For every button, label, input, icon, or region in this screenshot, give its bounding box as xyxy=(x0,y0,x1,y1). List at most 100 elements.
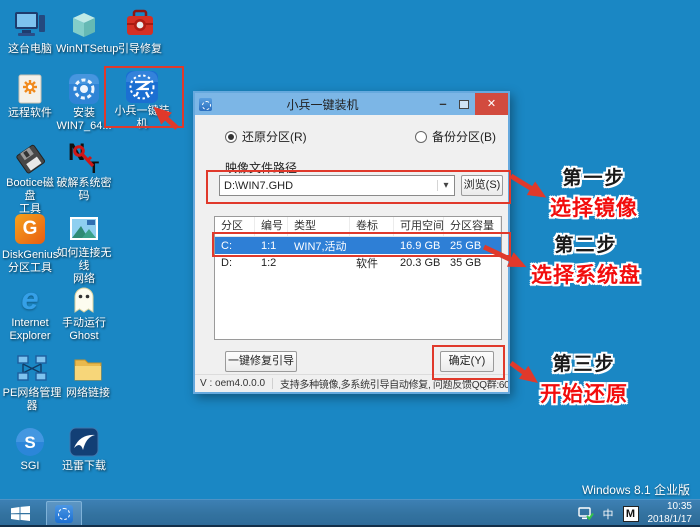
table-row-c[interactable]: C: 1:1 WIN7,活动 16.9 GB 25 GB xyxy=(215,237,501,254)
radio-unselected-icon xyxy=(415,130,427,143)
desktop-icon-bootice[interactable]: Bootice磁盘 工具 xyxy=(2,142,58,216)
icon-label: WinNTSetup xyxy=(56,43,119,55)
desktop-icon-crack-password[interactable]: NT 破解系统密码 xyxy=(56,139,112,203)
restore-partition-radio[interactable]: 还原分区(R) xyxy=(225,128,307,145)
desktop-icon-this-pc[interactable]: 这台电脑 xyxy=(2,8,58,56)
os-version-label: Windows 8.1 企业版 xyxy=(581,483,690,497)
step-action: 开始还原 xyxy=(540,383,628,406)
backup-partition-radio[interactable]: 备份分区(B) xyxy=(415,128,496,145)
desktop-icon-install-win7[interactable]: 安装 WIN7_64... xyxy=(56,72,112,133)
icon-label: SGI xyxy=(20,460,40,472)
repair-boot-button[interactable]: 一键修复引导 xyxy=(225,351,297,372)
table-cell: 20.3 GB xyxy=(400,256,441,269)
status-text: 支持多种镜像,多系统引导自动修复, 问题反馈QQ群:606616468 xyxy=(280,380,508,391)
close-icon[interactable]: ✕ xyxy=(475,93,508,115)
toolbox-icon xyxy=(123,8,157,42)
desktop-icon-thunder[interactable]: 迅雷下载 xyxy=(56,425,112,473)
ok-button[interactable]: 确定(Y) xyxy=(440,351,494,372)
image-path-label: 映像文件路径 xyxy=(225,161,298,175)
desktop-icon-diskgenius[interactable]: G DiskGenius 分区工具 xyxy=(2,212,58,275)
table-cell: D: xyxy=(221,256,232,269)
photo-icon xyxy=(67,212,101,246)
annotation-step-3: 第三步 开始还原 xyxy=(528,349,640,408)
desktop-icon-winntsetup[interactable]: WinNTSetup xyxy=(56,8,119,56)
icon-label: 迅雷下载 xyxy=(62,460,106,472)
ime-language-indicator[interactable]: 中 xyxy=(603,506,614,522)
browse-button[interactable]: 浏览(S) xyxy=(461,175,503,196)
desktop-icon-boot-repair[interactable]: 引导修复 xyxy=(112,8,168,56)
table-header-cell: 可用空间 xyxy=(394,217,444,236)
ie-icon: e xyxy=(21,281,39,316)
icon-label: 远程软件 xyxy=(8,107,52,119)
document-star-icon xyxy=(13,72,47,106)
ghost-icon xyxy=(67,282,101,316)
chevron-down-icon[interactable]: ▾ xyxy=(437,180,454,191)
desktop-icon-remote-software[interactable]: 远程软件 xyxy=(2,72,58,120)
table-cell: 25 GB xyxy=(450,239,482,252)
computer-icon xyxy=(13,8,47,42)
icon-label: 破解系统密码 xyxy=(56,177,112,202)
maximize-icon[interactable] xyxy=(457,97,471,111)
dialog-client: 还原分区(R) 备份分区(B) 映像文件路径 D:\WIN7.GHD ▾ 浏览(… xyxy=(195,115,508,392)
radio-selected-icon xyxy=(225,130,237,143)
icon-label: 小兵一键装机 xyxy=(114,105,170,130)
network-status-icon[interactable] xyxy=(577,506,594,521)
table-header-cell: 编号 xyxy=(255,217,288,236)
windows-logo-icon xyxy=(10,506,30,521)
desktop-icon-ghost[interactable]: 手动运行 Ghost xyxy=(56,282,112,343)
step-action: 选择系统盘 xyxy=(531,264,641,287)
taskbar: 中 M 10:35 2018/1/17 xyxy=(0,499,700,527)
nt-key-icon: NT xyxy=(68,139,99,177)
annotation-step-2: 第二步 选择系统盘 xyxy=(524,230,648,289)
step-number: 第三步 xyxy=(552,354,616,375)
network-diagram-icon xyxy=(15,352,49,386)
system-tray: 中 M 10:35 2018/1/17 xyxy=(577,501,700,526)
icon-label: 这台电脑 xyxy=(8,43,52,55)
clock-time: 10:35 xyxy=(666,501,692,512)
dialog-app-icon xyxy=(199,97,212,111)
table-cell: 1:1 xyxy=(261,239,277,252)
version-text: V : oem4.0.0.0 xyxy=(195,378,273,389)
radio-label: 还原分区(R) xyxy=(242,130,307,144)
desktop-icon-wireless-help[interactable]: 如何连接无线 网络 xyxy=(56,212,112,286)
icon-label: PE网络管理器 xyxy=(2,387,62,412)
radio-label: 备份分区(B) xyxy=(432,130,496,144)
minimize-icon[interactable]: – xyxy=(433,94,453,114)
desktop-icon-internet-explorer[interactable]: e Internet Explorer xyxy=(2,282,58,343)
installer-dialog: 小兵一键装机 – ✕ 还原分区(R) 备份分区(B) 映像文件路径 D:\WIN… xyxy=(193,91,510,394)
icon-label: Internet Explorer xyxy=(9,317,51,342)
icon-label: 如何连接无线 网络 xyxy=(56,247,112,285)
sgi-circle-icon: S xyxy=(13,425,47,459)
xiaobing-logo-icon xyxy=(125,70,159,104)
table-header-row: 分区 编号 类型 卷标 可用空间 分区容量 xyxy=(215,217,501,237)
floppy-disk-icon xyxy=(13,142,47,176)
icon-label: 网络链接 xyxy=(66,387,110,399)
taskbar-clock[interactable]: 10:35 2018/1/17 xyxy=(648,501,693,526)
desktop-icon-network-link[interactable]: 网络链接 xyxy=(60,352,116,400)
table-header-cell: 分区容量 xyxy=(444,217,501,236)
installer-gear-icon xyxy=(67,72,101,106)
package-icon xyxy=(67,8,101,42)
desktop-icon-sgi[interactable]: S SGI xyxy=(2,425,58,473)
taskbar-app-xiaobing[interactable] xyxy=(46,500,82,527)
table-cell: 软件 xyxy=(356,257,378,270)
thunder-bird-icon xyxy=(67,425,101,459)
dialog-titlebar[interactable]: 小兵一键装机 – ✕ xyxy=(195,93,508,115)
svg-text:S: S xyxy=(24,433,35,452)
icon-label: DiskGenius 分区工具 xyxy=(2,249,59,274)
table-cell: 16.9 GB xyxy=(400,239,441,252)
table-header-cell: 分区 xyxy=(215,217,255,236)
icon-label: 安装 WIN7_64... xyxy=(56,107,112,132)
desktop-icon-pe-network[interactable]: PE网络管理器 xyxy=(2,352,62,413)
diskgenius-g-icon: G xyxy=(13,214,47,248)
icon-label: Bootice磁盘 工具 xyxy=(6,177,54,215)
start-button[interactable] xyxy=(0,500,40,527)
clock-date: 2018/1/17 xyxy=(647,513,693,525)
step-action: 选择镜像 xyxy=(550,197,638,220)
image-path-combobox[interactable]: D:\WIN7.GHD ▾ xyxy=(219,175,455,196)
desktop-icon-xiaobing-installer[interactable]: 小兵一键装机 xyxy=(110,70,174,131)
ime-mode-icon[interactable]: M xyxy=(622,505,639,522)
folder-icon xyxy=(71,352,105,386)
icon-label: 引导修复 xyxy=(118,43,162,55)
table-row-d[interactable]: D: 1:2 软件 20.3 GB 35 GB xyxy=(215,254,501,271)
